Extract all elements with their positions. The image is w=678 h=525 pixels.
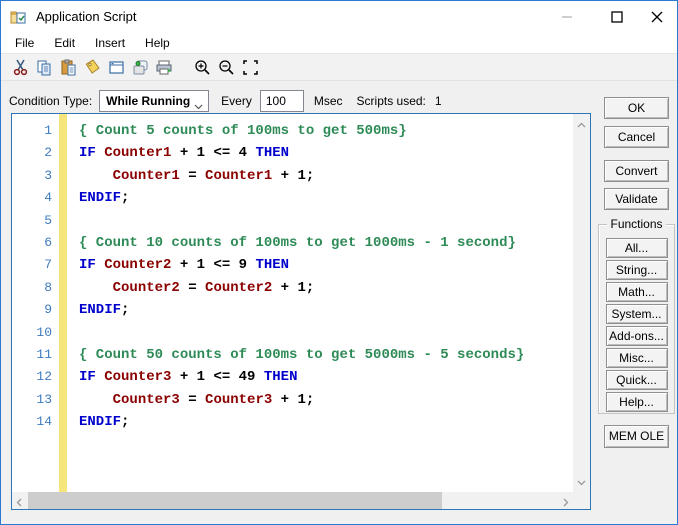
code-line[interactable] [79, 210, 573, 232]
code-lines[interactable]: { Count 5 counts of 100ms to get 500ms}I… [67, 114, 573, 492]
line-number: 6 [12, 232, 52, 254]
scripts-used-value: 1 [435, 94, 442, 108]
editor-content[interactable]: 1234567891011121314 { Count 5 counts of … [12, 114, 573, 492]
objects-icon[interactable] [130, 58, 150, 76]
scroll-down-icon[interactable] [577, 475, 586, 489]
functions-group-title: Functions [599, 217, 674, 231]
code-line[interactable]: ENDIF; [79, 411, 573, 433]
vertical-scrollbar[interactable] [573, 114, 590, 492]
zoom-in-icon[interactable] [192, 58, 212, 76]
code-line[interactable]: IF Counter3 + 1 <= 49 THEN [79, 366, 573, 388]
functions-all-button[interactable]: All... [606, 238, 668, 258]
condition-type-label: Condition Type: [9, 94, 92, 108]
code-line[interactable]: IF Counter1 + 1 <= 4 THEN [79, 142, 573, 164]
functions-help-button[interactable]: Help... [606, 392, 668, 412]
application-script-dialog: Application Script File Edit Insert Help [0, 0, 678, 525]
menu-help[interactable]: Help [135, 33, 180, 53]
window-title: Application Script [36, 9, 136, 24]
line-number: 3 [12, 165, 52, 187]
code-line[interactable]: ENDIF; [79, 299, 573, 321]
title-bar[interactable]: Application Script [1, 1, 677, 32]
line-number: 11 [12, 344, 52, 366]
close-button[interactable] [643, 1, 671, 32]
code-line[interactable]: Counter1 = Counter1 + 1; [79, 165, 573, 187]
condition-type-select[interactable]: While Running [99, 90, 209, 112]
convert-button[interactable]: Convert [604, 160, 669, 182]
line-number: 1 [12, 120, 52, 142]
print-icon[interactable] [154, 58, 174, 76]
functions-string-button[interactable]: String... [606, 260, 668, 280]
functions-buttons: All... String... Math... System... Add-o… [599, 238, 674, 414]
cut-icon[interactable] [10, 58, 30, 76]
dialog-body: Condition Type: While Running Every Msec… [1, 81, 677, 525]
horizontal-scroll-thumb[interactable] [28, 492, 442, 509]
minimize-button[interactable] [555, 1, 579, 32]
menu-edit[interactable]: Edit [44, 33, 85, 53]
scroll-up-icon[interactable] [577, 117, 586, 131]
code-line[interactable]: ENDIF; [79, 187, 573, 209]
interval-input[interactable] [260, 90, 304, 112]
zoom-out-icon[interactable] [216, 58, 236, 76]
line-number: 13 [12, 389, 52, 411]
scroll-left-icon[interactable] [16, 496, 22, 510]
horizontal-scrollbar[interactable] [12, 492, 573, 509]
window-icon[interactable] [106, 58, 126, 76]
line-number: 5 [12, 210, 52, 232]
scroll-right-icon[interactable] [563, 496, 569, 510]
line-number: 12 [12, 366, 52, 388]
functions-quick-button[interactable]: Quick... [606, 370, 668, 390]
msec-label: Msec [314, 94, 343, 108]
functions-addons-button[interactable]: Add-ons... [606, 326, 668, 346]
menu-file[interactable]: File [5, 33, 44, 53]
code-line[interactable]: { Count 5 counts of 100ms to get 500ms} [79, 120, 573, 142]
line-number: 4 [12, 187, 52, 209]
script-editor: 1234567891011121314 { Count 5 counts of … [11, 113, 591, 510]
functions-math-button[interactable]: Math... [606, 282, 668, 302]
code-line[interactable] [79, 322, 573, 344]
functions-group: Functions All... String... Math... Syste… [598, 224, 675, 414]
gutter-stripe [59, 114, 67, 492]
select-area-icon[interactable] [240, 58, 260, 76]
validate-button[interactable]: Validate [604, 188, 669, 210]
line-number: 9 [12, 299, 52, 321]
code-line[interactable]: Counter3 = Counter3 + 1; [79, 389, 573, 411]
mem-ole-button[interactable]: MEM OLE [604, 425, 669, 448]
toolbar [1, 54, 677, 81]
every-label: Every [221, 94, 252, 108]
condition-type-value: While Running [106, 94, 190, 108]
code-line[interactable]: { Count 10 counts of 100ms to get 1000ms… [79, 232, 573, 254]
scrollbar-corner [573, 492, 590, 509]
line-number: 8 [12, 277, 52, 299]
code-line[interactable]: IF Counter2 + 1 <= 9 THEN [79, 254, 573, 276]
menu-insert[interactable]: Insert [85, 33, 135, 53]
menu-bar: File Edit Insert Help [1, 32, 677, 54]
paste-icon[interactable] [58, 58, 78, 76]
app-icon [10, 9, 28, 25]
line-number: 10 [12, 322, 52, 344]
ok-button[interactable]: OK [604, 97, 669, 119]
cancel-button[interactable]: Cancel [604, 126, 669, 148]
tag-icon[interactable] [82, 58, 102, 76]
code-line[interactable]: { Count 50 counts of 100ms to get 5000ms… [79, 344, 573, 366]
functions-system-button[interactable]: System... [606, 304, 668, 324]
code-line[interactable]: Counter2 = Counter2 + 1; [79, 277, 573, 299]
line-number: 7 [12, 254, 52, 276]
line-number: 14 [12, 411, 52, 433]
chevron-down-icon [194, 99, 203, 113]
maximize-button[interactable] [603, 1, 631, 32]
line-number: 2 [12, 142, 52, 164]
functions-misc-button[interactable]: Misc... [606, 348, 668, 368]
copy-icon[interactable] [34, 58, 54, 76]
condition-row: Condition Type: While Running Every Msec… [9, 90, 442, 112]
line-number-gutter: 1234567891011121314 [12, 114, 59, 492]
scripts-used-label: Scripts used: [357, 94, 426, 108]
